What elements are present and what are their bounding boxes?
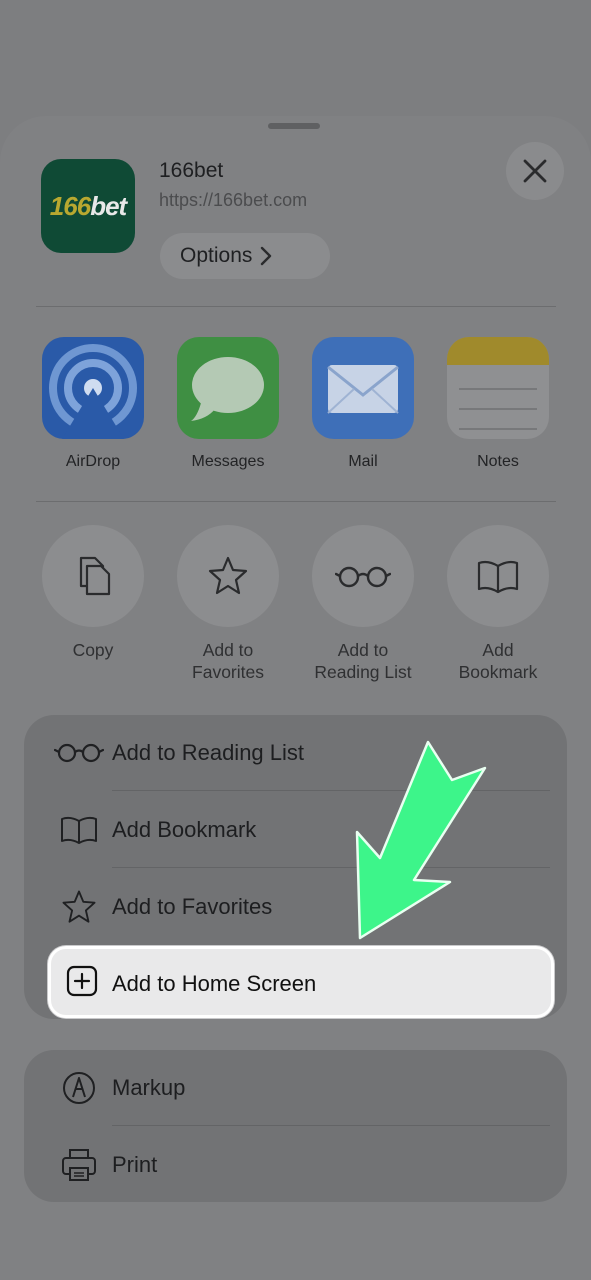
menu-item-add-to-home-screen[interactable]: Add to Home Screen	[48, 946, 554, 1018]
glasses-icon	[312, 525, 414, 627]
share-app-label: Mail	[348, 453, 378, 470]
glasses-icon	[54, 733, 104, 773]
site-icon: 166 bet	[41, 159, 135, 253]
action-copy[interactable]: Copy	[41, 525, 145, 661]
site-url: https://166bet.com	[159, 190, 308, 210]
menu-item-label: Add Bookmark	[112, 817, 257, 842]
sheet-grabber[interactable]	[268, 123, 320, 129]
book-icon	[447, 525, 549, 627]
chevron-right-icon	[261, 246, 272, 266]
menu-item-label: Add to Favorites	[112, 894, 273, 919]
menu-item-label: Print	[112, 1152, 158, 1177]
menu-item-print[interactable]: Print	[24, 1127, 567, 1203]
row-divider	[112, 1125, 550, 1126]
action-label: Add Bookmark	[458, 640, 538, 682]
share-app-messages[interactable]: Messages	[176, 337, 280, 471]
airdrop-icon	[42, 337, 144, 439]
options-label: Options	[180, 244, 253, 267]
close-icon	[523, 159, 547, 183]
divider	[36, 306, 556, 307]
share-app-airdrop[interactable]: AirDrop	[41, 337, 145, 471]
share-app-label: Notes	[477, 453, 519, 470]
action-add-to-favorites[interactable]: Add to Favorites	[176, 525, 280, 683]
markup-icon	[54, 1068, 104, 1108]
divider	[36, 501, 556, 502]
site-icon-text-b: bet	[90, 190, 127, 221]
site-title: 166bet	[159, 159, 224, 182]
site-icon-text-a: 166	[49, 190, 91, 221]
menu-item-markup[interactable]: Markup	[24, 1050, 567, 1126]
action-add-to-reading-list[interactable]: Add to Reading List	[311, 525, 415, 683]
menu-item-label: Add to Home Screen	[112, 971, 317, 996]
share-app-label: AirDrop	[65, 453, 121, 470]
pointer-arrow-icon	[355, 740, 487, 940]
plus-square-icon	[66, 965, 98, 1002]
book-icon	[54, 810, 104, 850]
notes-icon	[447, 337, 549, 439]
share-app-mail[interactable]: Mail	[311, 337, 415, 471]
star-icon	[177, 525, 279, 627]
printer-icon	[54, 1145, 104, 1185]
options-button[interactable]: Options	[160, 233, 330, 279]
action-add-bookmark[interactable]: Add Bookmark	[446, 525, 550, 683]
messages-icon	[177, 337, 279, 439]
mail-icon	[312, 337, 414, 439]
star-icon	[54, 887, 104, 927]
action-label: Copy	[72, 640, 114, 660]
close-button[interactable]	[506, 142, 564, 200]
share-app-notes[interactable]: Notes	[446, 337, 550, 471]
action-label: Add to Favorites	[192, 640, 264, 682]
menu-item-label: Markup	[112, 1075, 186, 1100]
share-app-label: Messages	[191, 453, 265, 470]
copy-icon	[42, 525, 144, 627]
menu-item-label: Add to Reading List	[112, 740, 305, 765]
menu-group-secondary: Markup Print	[24, 1050, 567, 1202]
action-label: Add to Reading List	[314, 640, 412, 682]
